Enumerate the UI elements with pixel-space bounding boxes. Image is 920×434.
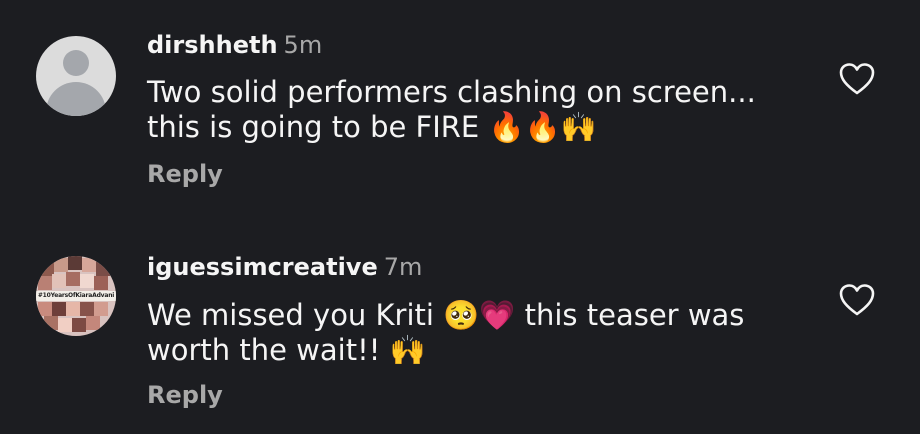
default-avatar-body [46,82,106,116]
timestamp: 5m [283,31,323,59]
username[interactable]: iguessimcreative [147,253,378,281]
comment-meta: iguessimcreative 7m [147,253,422,281]
avatar[interactable]: #10YearsOfKiaraAdvani [36,256,116,336]
timestamp: 7m [383,253,423,281]
comment-item: #10YearsOfKiaraAdvani iguessimcreative 7m… [0,220,920,434]
default-avatar-head [63,50,89,76]
reply-button[interactable]: Reply [147,381,223,409]
reply-button[interactable]: Reply [147,160,223,188]
comment-text: We missed you Kriti 🥺💗 this teaser was w… [147,298,745,367]
heart-icon[interactable] [838,62,876,96]
comment-item: dirshheth 5m Two solid performers clashin… [0,0,920,220]
comments-list: dirshheth 5m Two solid performers clashin… [0,0,920,434]
comment-meta: dirshheth 5m [147,31,322,59]
heart-icon[interactable] [838,283,876,317]
avatar[interactable] [36,36,116,116]
avatar-banner-text: #10YearsOfKiaraAdvani [36,291,116,301]
username[interactable]: dirshheth [147,31,278,59]
comment-text: Two solid performers clashing on screen.… [147,75,756,144]
